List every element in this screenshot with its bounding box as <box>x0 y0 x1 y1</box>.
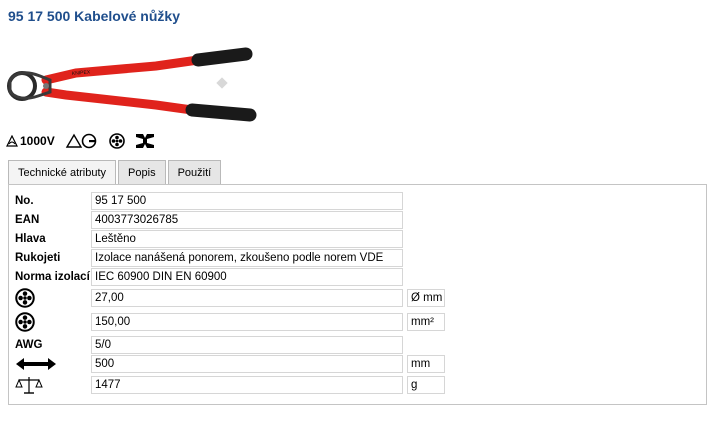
attr-row-weight <box>15 374 43 396</box>
attr-value-no: 95 17 500 <box>91 192 403 210</box>
attr-unit-area: mm² <box>407 313 445 331</box>
attr-row-hlava: Hlava <box>15 230 93 248</box>
voltage-badge: 1000V <box>6 134 55 148</box>
insulation-triangle-icon <box>6 134 18 147</box>
cutting-blade-icon <box>135 134 154 148</box>
attr-label: Rukojeti <box>15 252 61 264</box>
attr-row-norma: Norma izolací <box>15 268 93 286</box>
blade-badge <box>135 133 155 149</box>
attr-label: Norma izolací <box>15 271 90 283</box>
attr-value-diameter: 27,00 <box>91 289 403 307</box>
tab-description[interactable]: Popis <box>118 160 166 184</box>
product-title: 95 17 500 Kabelové nůžky <box>8 8 180 24</box>
attr-value-weight: 1477 <box>91 376 403 394</box>
attr-label: AWG <box>15 339 43 351</box>
length-arrow-icon <box>16 358 56 370</box>
attr-label: No. <box>15 195 34 207</box>
attr-row-awg: AWG <box>15 336 93 354</box>
cable-cross-section-icon <box>15 312 35 332</box>
attr-unit-weight: g <box>407 376 445 394</box>
attr-value-awg: 5/0 <box>91 336 403 354</box>
attr-row-area <box>15 311 35 333</box>
cable-section-badge <box>108 133 125 149</box>
attr-value-area: 150,00 <box>91 313 403 331</box>
cable-cross-section-icon <box>108 133 125 149</box>
attr-row-diameter <box>15 287 35 309</box>
attr-row-length <box>15 353 57 375</box>
attr-unit-diameter: Ø mm <box>407 289 445 307</box>
attr-value-norma: IEC 60900 DIN EN 60900 <box>91 268 403 286</box>
voltage-label: 1000V <box>20 134 55 148</box>
attr-row-rukojeti: Rukojeti <box>15 249 93 267</box>
vde-gs-badge <box>65 133 99 149</box>
attr-label: EAN <box>15 214 40 226</box>
attr-value-rukojeti: Izolace nanášená ponorem, zkoušeno podle… <box>91 249 403 267</box>
attr-row-no: No. <box>15 192 93 210</box>
tab-technical-attributes[interactable]: Technické atributy <box>8 160 117 185</box>
tab-usage[interactable]: Použití <box>167 160 222 184</box>
certification-badges: 1000V <box>6 130 155 152</box>
attr-row-ean: EAN <box>15 211 93 229</box>
vde-gs-icon <box>65 133 97 149</box>
tab-bar: Technické atributy Popis Použití <box>8 160 222 185</box>
attr-unit-length: mm <box>407 355 445 373</box>
scale-icon <box>15 377 43 394</box>
attr-value-ean: 4003773026785 <box>91 211 403 229</box>
attr-value-length: 500 <box>91 355 403 373</box>
attributes-panel: No. 95 17 500 EAN 4003773026785 Hlava Le… <box>8 184 707 405</box>
attr-value-hlava: Leštěno <box>91 230 403 248</box>
attr-label: Hlava <box>15 233 46 245</box>
cable-cross-section-icon <box>15 288 35 308</box>
